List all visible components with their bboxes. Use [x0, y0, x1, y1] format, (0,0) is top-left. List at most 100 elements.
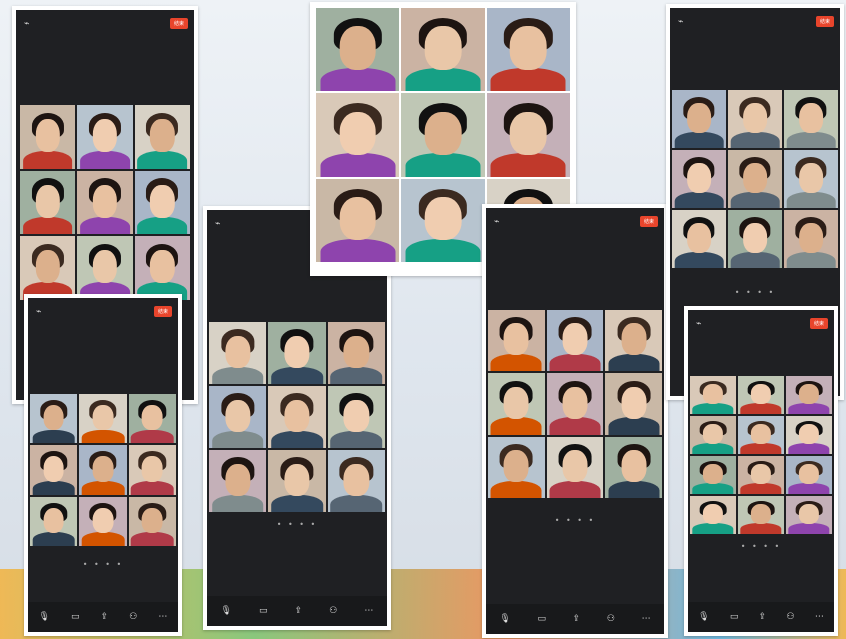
video-tile[interactable]	[30, 496, 78, 546]
video-tile[interactable]	[672, 90, 726, 148]
end-meeting-button[interactable]: 结束	[815, 16, 834, 27]
toolbar-button[interactable]: 🎙	[499, 614, 510, 624]
toolbar-button[interactable]: ⇪	[759, 612, 767, 622]
video-tile[interactable]	[690, 376, 736, 414]
video-tile[interactable]	[268, 322, 326, 384]
video-tile[interactable]	[786, 456, 832, 494]
video-tile[interactable]	[20, 170, 76, 235]
video-tile[interactable]	[728, 150, 782, 208]
video-tile[interactable]	[30, 445, 78, 495]
toolbar-button[interactable]: ▭	[259, 606, 268, 616]
toolbar-button[interactable]: ⚇	[329, 606, 337, 616]
toolbar-button[interactable]: ⋯	[158, 612, 167, 622]
video-tile[interactable]	[316, 93, 400, 177]
toolbar-button[interactable]: 🎙	[39, 612, 50, 622]
video-tile[interactable]	[728, 90, 782, 148]
video-tile[interactable]	[327, 322, 385, 384]
end-meeting-button[interactable]: 结束	[809, 318, 828, 329]
video-tile[interactable]	[316, 178, 400, 262]
video-tile[interactable]	[488, 373, 545, 435]
video-tile[interactable]	[128, 445, 176, 495]
toolbar-button[interactable]: ⇪	[573, 614, 581, 624]
video-tile[interactable]	[690, 456, 736, 494]
video-tile[interactable]	[672, 210, 726, 268]
toolbar-button[interactable]: 🎙	[698, 612, 709, 622]
participant-body	[549, 417, 601, 435]
mic-icon: 🎙	[38, 612, 50, 622]
video-tile[interactable]	[690, 416, 736, 454]
video-tile[interactable]	[486, 8, 570, 92]
video-tile[interactable]	[546, 373, 604, 435]
video-tile[interactable]	[77, 236, 133, 300]
video-tile[interactable]	[209, 450, 267, 512]
video-tile[interactable]	[134, 236, 190, 300]
video-tile[interactable]	[488, 436, 545, 498]
video-tile[interactable]	[327, 386, 385, 448]
video-tile[interactable]	[672, 150, 726, 208]
video-tile[interactable]	[401, 93, 485, 177]
toolbar-button[interactable]: ⇪	[101, 612, 109, 622]
participant-face	[743, 162, 767, 193]
toolbar-button[interactable]: ⋯	[642, 614, 651, 624]
video-tile[interactable]	[728, 210, 782, 268]
video-tile[interactable]	[786, 416, 832, 454]
video-tile[interactable]	[209, 386, 267, 448]
end-meeting-button[interactable]: 结束	[153, 306, 172, 317]
video-tile[interactable]	[268, 386, 326, 448]
video-tile[interactable]	[79, 394, 127, 444]
toolbar-button[interactable]: ⇪	[295, 606, 303, 616]
video-tile[interactable]	[690, 496, 736, 534]
video-tile[interactable]	[786, 496, 832, 534]
video-tile[interactable]	[784, 90, 838, 148]
toolbar-button[interactable]: ⋯	[815, 612, 824, 622]
toolbar-button[interactable]: ⚇	[607, 614, 615, 624]
toolbar-button[interactable]: ▭	[730, 612, 739, 622]
video-tile[interactable]	[738, 496, 784, 534]
video-tile[interactable]	[327, 450, 385, 512]
meeting-toolbar: 🎙 ▭ ⇪ ⚇ ⋯	[207, 596, 387, 626]
toolbar-button[interactable]: ⚇	[129, 612, 137, 622]
video-tile[interactable]	[134, 105, 190, 169]
video-tile[interactable]	[77, 105, 133, 169]
video-tile[interactable]	[738, 456, 784, 494]
video-tile[interactable]	[79, 445, 127, 495]
video-tile[interactable]	[20, 105, 76, 169]
video-tile[interactable]	[134, 170, 190, 235]
video-tile[interactable]	[605, 310, 662, 372]
video-tile[interactable]	[79, 496, 127, 546]
toolbar-button[interactable]: ⚇	[786, 612, 794, 622]
participant-body	[692, 443, 734, 454]
participant-body	[549, 480, 601, 498]
toolbar-button[interactable]: ▭	[71, 612, 80, 622]
video-tile[interactable]	[546, 436, 604, 498]
video-tile[interactable]	[401, 178, 485, 262]
video-tile[interactable]	[784, 210, 838, 268]
video-tile[interactable]	[486, 93, 570, 177]
video-tile[interactable]	[30, 394, 78, 444]
participant-face	[343, 463, 369, 496]
video-tile[interactable]	[786, 376, 832, 414]
end-meeting-button[interactable]: 结束	[639, 216, 658, 227]
video-tile[interactable]	[738, 376, 784, 414]
video-tile[interactable]	[128, 496, 176, 546]
video-tile[interactable]	[268, 450, 326, 512]
video-tile[interactable]	[20, 236, 76, 300]
video-grid	[209, 322, 385, 512]
video-tile[interactable]	[128, 394, 176, 444]
participant-face	[702, 384, 724, 405]
participant-body	[271, 430, 323, 448]
video-tile[interactable]	[546, 310, 604, 372]
end-meeting-button[interactable]: 结束	[169, 18, 188, 29]
video-tile[interactable]	[738, 416, 784, 454]
toolbar-button[interactable]: ⋯	[364, 606, 373, 616]
video-tile[interactable]	[488, 310, 545, 372]
video-tile[interactable]	[209, 322, 267, 384]
video-tile[interactable]	[77, 170, 133, 235]
video-tile[interactable]	[605, 436, 662, 498]
video-tile[interactable]	[605, 373, 662, 435]
video-tile[interactable]	[784, 150, 838, 208]
toolbar-button[interactable]: 🎙	[221, 606, 232, 616]
toolbar-button[interactable]: ▭	[537, 614, 546, 624]
video-tile[interactable]	[316, 8, 400, 92]
video-tile[interactable]	[401, 8, 485, 92]
